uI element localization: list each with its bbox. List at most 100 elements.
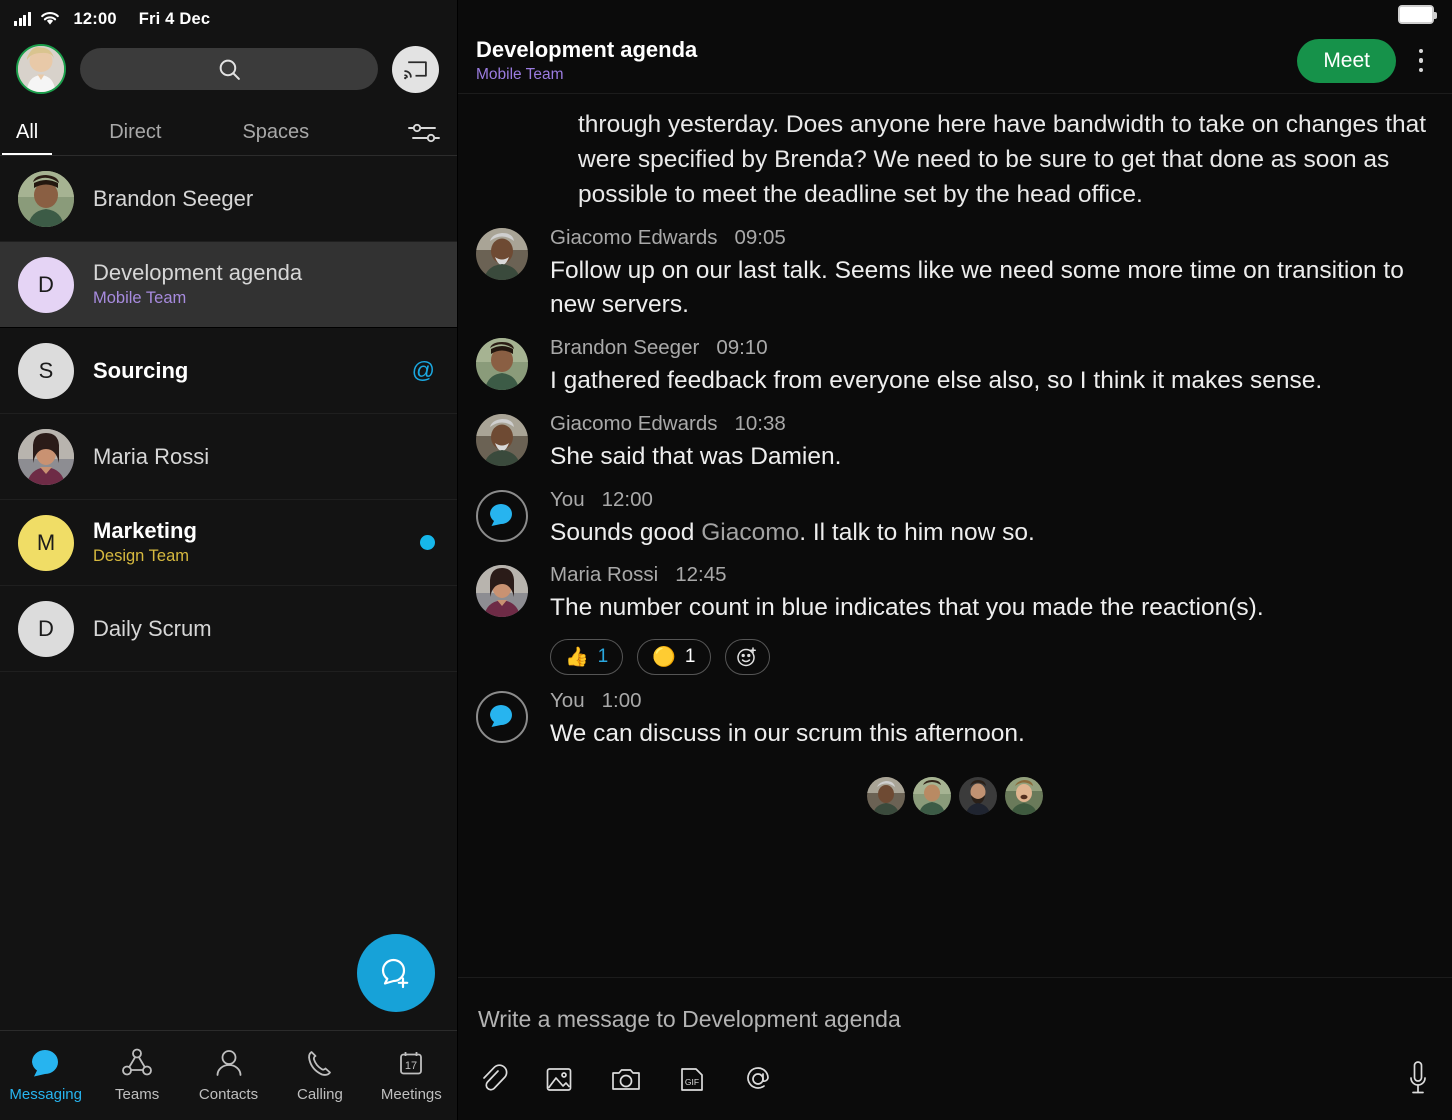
message-thread: through yesterday. Does anyone here have… (458, 94, 1452, 978)
chat-item-text: Development agenda Mobile Team (93, 260, 435, 309)
message-body: Giacomo Edwards 10:38 She said that was … (550, 412, 1434, 474)
kebab-menu-icon[interactable] (1408, 49, 1434, 73)
thumbs-up-icon: 👍 (565, 645, 589, 669)
avatar[interactable] (476, 338, 528, 390)
nav-item-messaging[interactable]: Messaging (0, 1048, 91, 1103)
mention-token[interactable]: Giacomo (701, 519, 799, 546)
nav-item-calling[interactable]: Calling (274, 1048, 365, 1103)
mention-badge: @ (412, 357, 435, 384)
message-author: Maria Rossi (550, 563, 658, 587)
message-text: I gathered feedback from everyone else a… (550, 364, 1434, 398)
search-row (0, 38, 457, 100)
message-time: 1:00 (602, 689, 642, 713)
avatar[interactable] (476, 228, 528, 280)
avatar[interactable] (476, 565, 528, 617)
tab-spaces[interactable]: Spaces (242, 121, 309, 156)
filter-sliders-icon[interactable] (407, 120, 441, 156)
add-reaction-icon[interactable] (725, 639, 770, 675)
nav-item-teams[interactable]: Teams (91, 1048, 182, 1103)
chat-bubble-icon (29, 1048, 63, 1080)
avatar-letter: S (39, 358, 54, 384)
avatar (913, 777, 951, 815)
reaction-chip-smiley[interactable]: 🟡 1 (637, 639, 710, 675)
cast-screen-icon[interactable] (392, 46, 439, 93)
message-text: We can discuss in our scrum this afterno… (550, 717, 1434, 751)
message-input[interactable]: Write a message to Development agenda (478, 1006, 1432, 1033)
attach-icon[interactable] (478, 1063, 508, 1095)
svg-text:GIF: GIF (685, 1077, 699, 1087)
chat-item-subtitle: Mobile Team (93, 288, 435, 309)
new-message-button[interactable] (357, 934, 435, 1012)
chat-list-item-development-agenda[interactable]: D Development agenda Mobile Team (0, 242, 457, 328)
chat-header-subtitle: Mobile Team (476, 66, 1285, 84)
svg-text:17: 17 (405, 1060, 417, 1072)
message-meta: You 12:00 (550, 488, 1434, 512)
unread-dot-badge (420, 535, 435, 550)
nav-item-meetings[interactable]: 17 Meetings (366, 1048, 457, 1103)
avatar (959, 777, 997, 815)
status-time: 12:00 (74, 10, 117, 29)
avatar (18, 429, 74, 485)
chat-list-item-marketing[interactable]: M Marketing Design Team (0, 500, 457, 586)
nav-label: Messaging (9, 1086, 82, 1103)
phone-icon (303, 1048, 337, 1080)
message-composer: Write a message to Development agenda (458, 978, 1452, 1120)
message-author: You (550, 689, 585, 713)
chat-item-title: Development agenda (93, 260, 435, 286)
avatar[interactable] (16, 44, 66, 94)
avatar[interactable] (476, 490, 528, 542)
chat-item-title: Daily Scrum (93, 616, 435, 642)
smiley-icon: 🟡 (652, 645, 676, 669)
avatar: M (18, 515, 74, 571)
message-time: 12:45 (675, 563, 726, 587)
chat-item-text: Marketing Design Team (93, 518, 401, 567)
microphone-icon[interactable] (1406, 1058, 1430, 1102)
chat-list-item-sourcing[interactable]: S Sourcing @ (0, 328, 457, 414)
message-row: Brandon Seeger 09:10 I gathered feedback… (476, 336, 1434, 398)
chat-list-item-brandon-seeger[interactable]: Brandon Seeger (0, 156, 457, 242)
nav-label: Meetings (381, 1086, 442, 1103)
nav-label: Contacts (199, 1086, 258, 1103)
message-row: You 12:00 Sounds good Giacomo. Il talk t… (476, 488, 1434, 550)
nav-item-contacts[interactable]: Contacts (183, 1048, 274, 1103)
tab-all[interactable]: All (16, 121, 38, 156)
avatar-letter: D (38, 272, 54, 298)
chat-item-text: Sourcing (93, 358, 393, 384)
reaction-count: 1 (685, 646, 696, 668)
status-date: Fri 4 Dec (139, 10, 211, 29)
message-body: Brandon Seeger 09:10 I gathered feedback… (550, 336, 1434, 398)
message-text: The number count in blue indicates that … (550, 591, 1434, 625)
message-author: Giacomo Edwards (550, 412, 717, 436)
wifi-icon (41, 12, 59, 26)
camera-icon[interactable] (610, 1063, 642, 1095)
chat-list-item-daily-scrum[interactable]: D Daily Scrum (0, 586, 457, 672)
chat-item-title: Sourcing (93, 358, 393, 384)
avatar (18, 171, 74, 227)
app-root: 12:00 Fri 4 Dec (0, 0, 1452, 1120)
reaction-chip-thumbs-up[interactable]: 👍 1 (550, 639, 623, 675)
message-time: 12:00 (602, 488, 653, 512)
chat-bubble-icon (488, 704, 516, 730)
image-icon[interactable] (544, 1063, 574, 1095)
mention-icon[interactable] (742, 1063, 774, 1095)
read-receipts (476, 777, 1434, 815)
sidebar: 12:00 Fri 4 Dec (0, 0, 458, 1120)
search-input[interactable] (80, 48, 378, 90)
avatar-letter: D (38, 616, 54, 642)
cellular-signal-icon (14, 12, 31, 26)
message-time: 10:38 (734, 412, 785, 436)
avatar[interactable] (476, 414, 528, 466)
avatar[interactable] (476, 691, 528, 743)
message-meta: Giacomo Edwards 09:05 (550, 226, 1434, 250)
message-time: 09:10 (716, 336, 767, 360)
avatar: D (18, 257, 74, 313)
chat-list-item-maria-rossi[interactable]: Maria Rossi (0, 414, 457, 500)
message-body: Giacomo Edwards 09:05 Follow up on our l… (550, 226, 1434, 322)
chat-bubble-icon (488, 503, 516, 529)
page-title: Development agenda (476, 37, 1285, 62)
avatar (1005, 777, 1043, 815)
meet-button[interactable]: Meet (1297, 39, 1396, 83)
chat-item-text: Daily Scrum (93, 616, 435, 642)
tab-direct[interactable]: Direct (109, 121, 161, 156)
gif-icon[interactable]: GIF (678, 1063, 706, 1095)
